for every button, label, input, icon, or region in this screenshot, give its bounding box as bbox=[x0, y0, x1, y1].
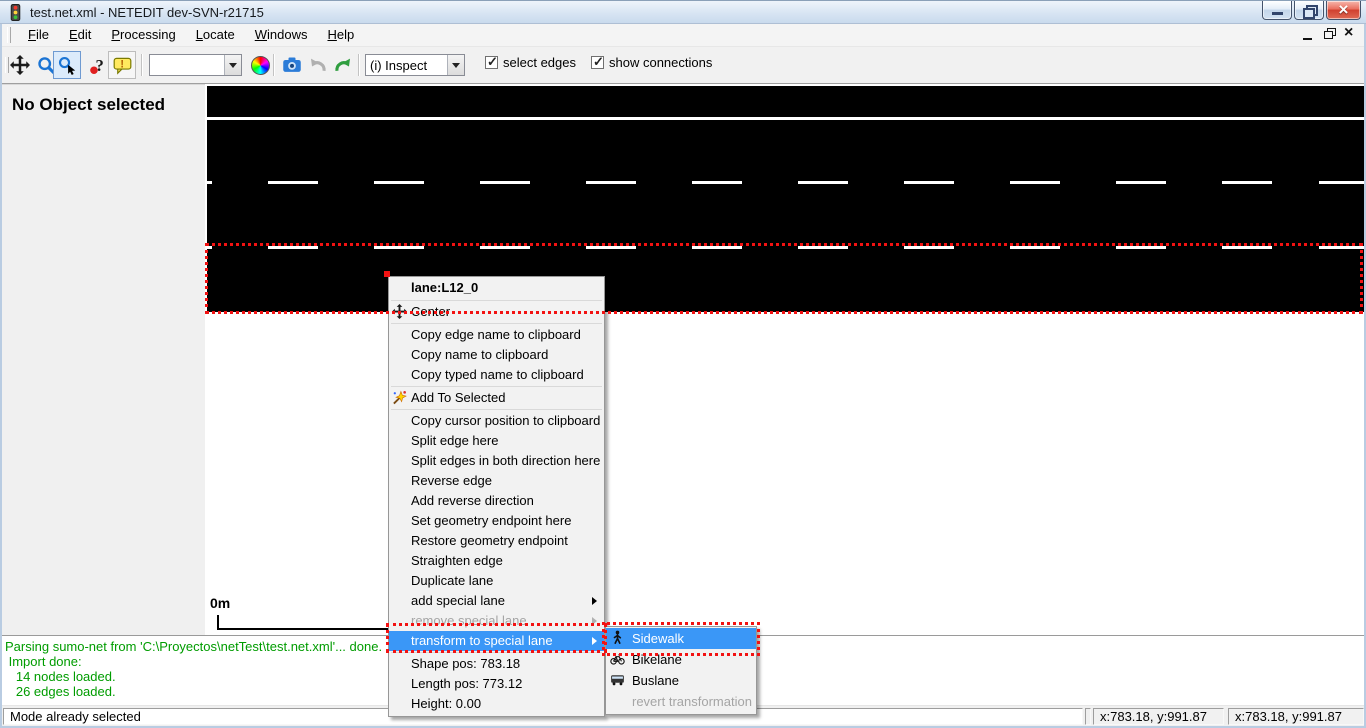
window-title: test.net.xml - NETEDIT dev-SVN-r21715 bbox=[30, 5, 264, 20]
redo-button[interactable] bbox=[329, 51, 357, 79]
context-menu-item[interactable]: Copy edge name to clipboard bbox=[389, 325, 604, 345]
toolbar-separator bbox=[358, 54, 360, 76]
context-menu-item[interactable]: Duplicate lane bbox=[389, 571, 604, 591]
context-menu-item[interactable]: Reverse edge bbox=[389, 471, 604, 491]
netedit-window: test.net.xml - NETEDIT dev-SVN-r21715 Fi… bbox=[0, 0, 1366, 728]
context-menu-item[interactable]: transform to special lane bbox=[389, 631, 604, 651]
menubar-item[interactable]: File bbox=[18, 24, 59, 46]
chevron-down-icon bbox=[229, 63, 237, 68]
submenu-item[interactable]: revert transformation bbox=[606, 691, 756, 712]
svg-text:!: ! bbox=[120, 58, 124, 70]
context-menu-item[interactable]: add special lane bbox=[389, 591, 604, 611]
menubar-item[interactable]: Help bbox=[317, 24, 364, 46]
window-border-left bbox=[0, 24, 2, 728]
context-menu-item[interactable]: Set geometry endpoint here bbox=[389, 511, 604, 531]
submenu-item[interactable]: Sidewalk bbox=[606, 628, 756, 649]
context-menu-item[interactable]: remove special lane bbox=[389, 611, 604, 631]
menubar-item[interactable]: Processing bbox=[101, 24, 185, 46]
center-icon bbox=[392, 304, 408, 320]
context-menu-item[interactable]: Center bbox=[389, 302, 604, 322]
context-menu-info: Shape pos: 783.18 bbox=[389, 654, 604, 674]
combo-dropdown-button[interactable] bbox=[224, 55, 241, 75]
submenu-arrow-icon bbox=[592, 617, 597, 625]
context-menu-item[interactable]: Restore geometry endpoint bbox=[389, 531, 604, 551]
cursor-coordinates-net: x:783.18, y:991.87 bbox=[1228, 708, 1364, 725]
scale-label: 0m bbox=[210, 595, 230, 611]
mdi-close-button[interactable] bbox=[1343, 27, 1358, 42]
wand-icon bbox=[392, 390, 408, 406]
submenu-item[interactable]: Bikelane bbox=[606, 649, 756, 670]
sidewalk-icon bbox=[610, 630, 626, 646]
mdi-restore-button[interactable] bbox=[1322, 27, 1337, 42]
select-edges-checkbox[interactable]: select edges bbox=[485, 55, 576, 70]
context-menu-item[interactable]: Copy typed name to clipboard bbox=[389, 365, 604, 385]
color-wheel-icon bbox=[251, 56, 270, 75]
context-menu-info: Length pos: 773.12 bbox=[389, 674, 604, 694]
inspector-message: No Object selected bbox=[12, 95, 165, 115]
submenu-item[interactable]: Buslane bbox=[606, 670, 756, 691]
network-canvas[interactable]: 0m bbox=[205, 84, 1364, 636]
menu-separator bbox=[391, 323, 602, 324]
context-menu-info: Height: 0.00 bbox=[389, 694, 604, 714]
checkbox-checked-icon bbox=[485, 56, 498, 69]
context-menu-item[interactable]: Straighten edge bbox=[389, 551, 604, 571]
show-connections-checkbox[interactable]: show connections bbox=[591, 55, 712, 70]
undo-button[interactable] bbox=[303, 51, 331, 79]
context-menu-item[interactable]: Copy name to clipboard bbox=[389, 345, 604, 365]
menubar-item[interactable]: Locate bbox=[186, 24, 245, 46]
mode-combo[interactable]: (i) Inspect bbox=[365, 54, 465, 76]
toolbar: ? ! bbox=[2, 46, 1364, 84]
locator-combo[interactable] bbox=[149, 54, 242, 76]
toolbar-separator bbox=[273, 54, 275, 76]
mdi-minimize-button[interactable] bbox=[1301, 27, 1316, 42]
click-position-marker bbox=[384, 271, 390, 277]
checkbox-checked-icon bbox=[591, 56, 604, 69]
menubar-item[interactable]: Edit bbox=[59, 24, 101, 46]
titlebar[interactable]: test.net.xml - NETEDIT dev-SVN-r21715 bbox=[0, 0, 1366, 24]
road-edges[interactable] bbox=[207, 86, 1364, 312]
lane-divider-dashed bbox=[207, 181, 1364, 184]
toolbar-separator bbox=[141, 54, 143, 76]
submenu-arrow-icon bbox=[592, 637, 597, 645]
context-menu-header: lane:L12_0 bbox=[389, 278, 604, 299]
lane-divider-solid bbox=[207, 117, 1364, 120]
context-menu-item[interactable]: Split edges in both direction here bbox=[389, 451, 604, 471]
chevron-down-icon bbox=[452, 63, 460, 68]
context-menu-item[interactable]: Add To Selected bbox=[389, 388, 604, 408]
buslane-icon bbox=[610, 672, 626, 688]
transform-lane-submenu: Sidewalk Bikelane Buslane revert transfo… bbox=[605, 626, 757, 715]
combo-dropdown-button[interactable] bbox=[447, 55, 464, 75]
scale-bar-line bbox=[217, 628, 389, 630]
menubar-item[interactable]: Windows bbox=[245, 24, 318, 46]
zoom-select-button[interactable] bbox=[53, 51, 81, 79]
color-scheme-button[interactable] bbox=[246, 51, 274, 79]
context-menu-item[interactable]: Add reverse direction bbox=[389, 491, 604, 511]
menubar-grip[interactable] bbox=[7, 27, 11, 43]
tooltip-toggle-button[interactable]: ! bbox=[108, 51, 136, 79]
snapshot-button[interactable] bbox=[278, 51, 306, 79]
statusbar-separator bbox=[1085, 708, 1091, 725]
bikelane-icon bbox=[610, 651, 626, 667]
inspector-panel: No Object selected bbox=[2, 84, 205, 636]
menu-separator bbox=[391, 409, 602, 410]
menu-separator bbox=[391, 386, 602, 387]
menu-separator bbox=[391, 300, 602, 301]
lane-divider-dashed bbox=[207, 246, 1364, 249]
svg-text:?: ? bbox=[95, 56, 103, 75]
close-button[interactable] bbox=[1326, 1, 1361, 20]
submenu-arrow-icon bbox=[592, 597, 597, 605]
restore-button[interactable] bbox=[1294, 1, 1324, 20]
minimize-button[interactable] bbox=[1262, 1, 1292, 20]
context-menu-item[interactable]: Split edge here bbox=[389, 431, 604, 451]
netedit-app-icon bbox=[7, 4, 24, 21]
context-menu-item[interactable]: Copy cursor position to clipboard bbox=[389, 411, 604, 431]
cursor-coordinates-geo: x:783.18, y:991.87 bbox=[1093, 708, 1224, 725]
recenter-view-button[interactable] bbox=[6, 51, 34, 79]
lane-context-menu: lane:L12_0 Center Copy edge name to clip… bbox=[388, 276, 605, 717]
menubar: FileEditProcessingLocateWindowsHelp bbox=[2, 24, 1364, 46]
menu-separator bbox=[391, 652, 602, 653]
